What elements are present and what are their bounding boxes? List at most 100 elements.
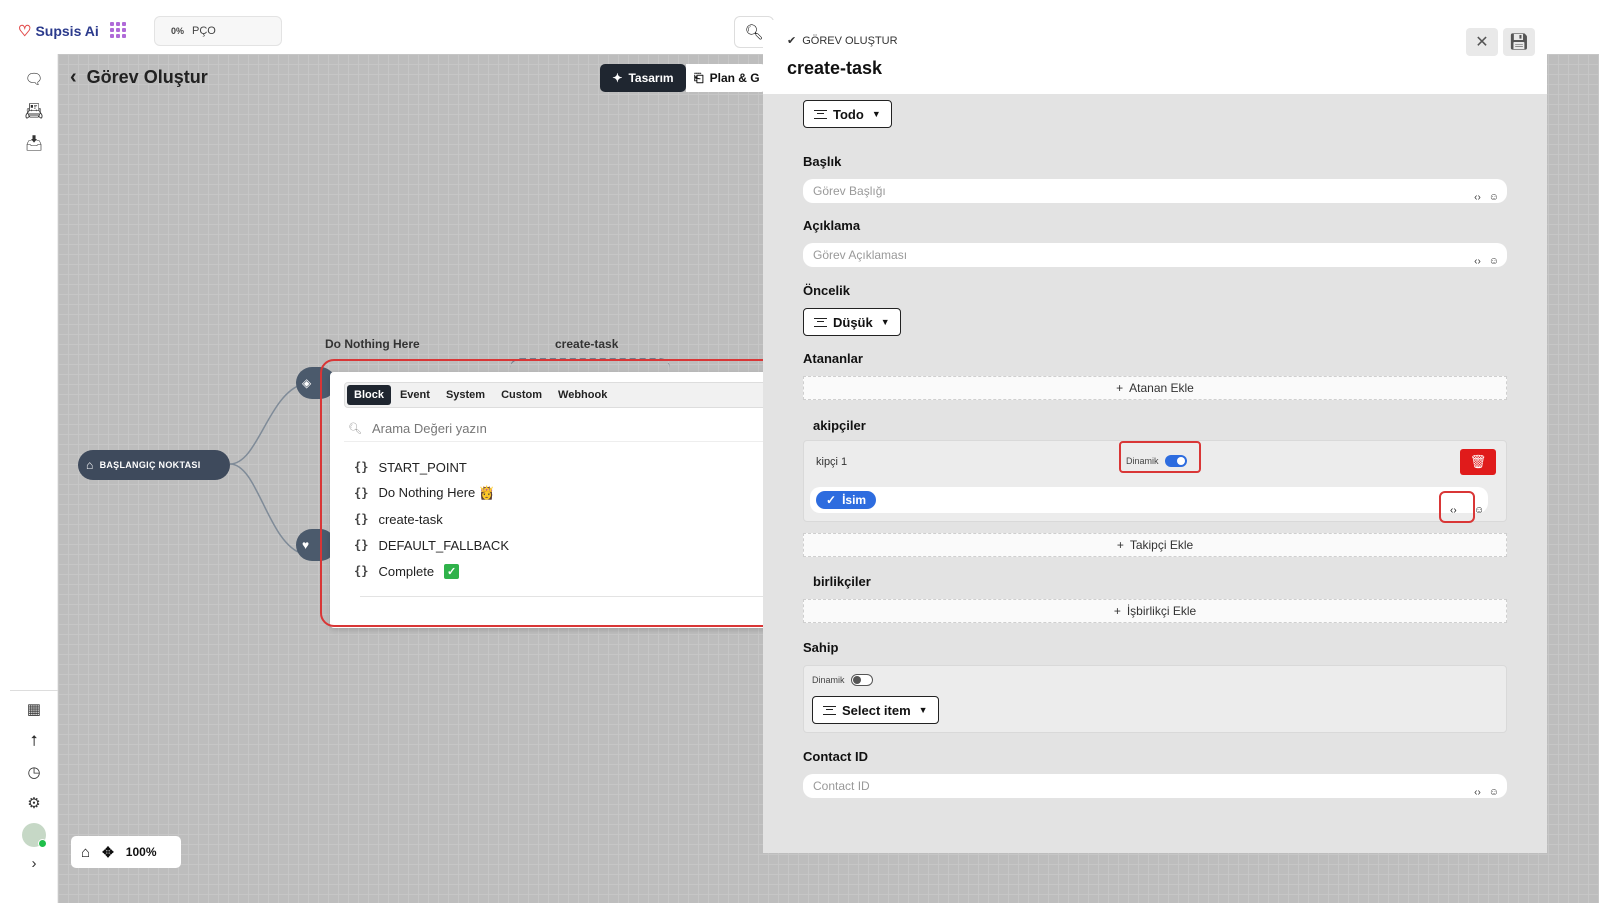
follower-dynamic-toggle[interactable]: Dinamik: [1126, 455, 1187, 467]
app-logo[interactable]: ♡ Supsis Ai: [18, 22, 99, 40]
contact-id-placeholder: Contact ID: [813, 779, 870, 793]
filter-icon: [823, 705, 836, 715]
filter-icon: [814, 109, 827, 119]
list-item-label: Complete: [378, 563, 435, 579]
tab-design[interactable]: ✦ Tasarım: [600, 64, 686, 92]
create-task-node[interactable]: [510, 358, 670, 368]
broken-heart-icon: ♥: [302, 538, 310, 552]
close-icon[interactable]: ✕: [1466, 28, 1498, 56]
description-placeholder: Görev Açıklaması: [813, 248, 908, 262]
zoom-controls: ⌂ ✥ 100%: [71, 836, 181, 868]
node-label-create-task: create-task: [555, 337, 619, 351]
search-icon: 🔍︎: [348, 423, 362, 435]
list-item-label: Do Nothing Here 👸: [378, 485, 496, 500]
expand-chevron-icon[interactable]: ›: [23, 852, 45, 874]
code-icon[interactable]: ‹›: [1474, 256, 1481, 267]
list-item[interactable]: {} START_POINT: [354, 454, 509, 480]
variable-tag[interactable]: ✓ İsim: [816, 491, 877, 509]
priority-dropdown[interactable]: Düşük ▼: [803, 308, 901, 336]
title-input[interactable]: Görev Başlığı ‹› ☺: [803, 179, 1507, 203]
add-assignee-button[interactable]: + Atanan Ekle: [803, 376, 1507, 400]
toggle-switch[interactable]: [1164, 455, 1187, 467]
zoom-level[interactable]: 100%: [126, 845, 157, 859]
dashboard-icon[interactable]: ▦: [23, 698, 45, 720]
list-item-label: create-task: [378, 511, 443, 527]
magic-wand-icon: ✦: [612, 71, 623, 85]
home-icon[interactable]: ⌂: [81, 844, 90, 861]
status-dropdown[interactable]: Todo ▼: [803, 100, 892, 128]
chat-icon[interactable]: 🗨︎: [23, 68, 45, 90]
popup-search-input[interactable]: 🔍︎ Arama Değeri yazın: [344, 416, 814, 442]
back-chevron-icon[interactable]: ‹: [70, 66, 77, 89]
title-label: Başlık: [803, 154, 842, 169]
list-item[interactable]: {} DEFAULT_FALLBACK: [354, 532, 509, 558]
description-label: Açıklama: [803, 218, 861, 233]
check-mark-icon: ✓: [444, 563, 460, 579]
owner-select-label: Select item: [842, 702, 911, 718]
description-input[interactable]: Görev Açıklaması ‹› ☺: [803, 243, 1507, 267]
task-check-icon: ✔︎: [787, 35, 797, 47]
add-collaborator-button[interactable]: + İşbirlikçi Ekle: [803, 599, 1507, 623]
popup-list: {} START_POINT {} Do Nothing Here 👸 {} c…: [354, 454, 509, 584]
list-item-label: DEFAULT_FALLBACK: [378, 537, 509, 553]
popup-tabs: Block Event System Custom Webhook: [344, 382, 814, 408]
code-icon[interactable]: ‹›: [1474, 192, 1481, 203]
save-icon[interactable]: 💾︎: [1503, 28, 1535, 56]
gear-icon[interactable]: ⚙: [23, 792, 45, 814]
task-panel: ✔︎ GÖREV OLUŞTUR create-task ✕ 💾︎ Todo ▼…: [763, 20, 1547, 853]
code-icon[interactable]: ‹›: [1450, 505, 1457, 516]
assignees-label: Atananlar: [803, 351, 863, 366]
emoji-icon[interactable]: ☺: [1489, 192, 1499, 203]
add-follower-label: Takipçi Ekle: [1129, 538, 1194, 552]
list-item[interactable]: {} Complete ✓: [354, 558, 509, 584]
popup-tab-system[interactable]: System: [439, 385, 492, 405]
app-window: ♡ Supsis Ai 0% PÇO 🔍︎ 🗨︎ 📇︎ 📥︎ ▦ ⭡ ◷ ⚙ ›…: [10, 10, 1599, 903]
check-icon: ✓: [826, 493, 837, 507]
follower-1-label: kipçi 1: [816, 456, 848, 468]
contact-card-icon[interactable]: 📇︎: [23, 100, 45, 122]
emoji-icon[interactable]: ☺: [1474, 505, 1484, 516]
code-icon[interactable]: ‹›: [1474, 787, 1481, 798]
clock-icon[interactable]: ◷: [23, 761, 45, 783]
priority-label: Öncelik: [803, 283, 850, 298]
avatar[interactable]: [22, 823, 47, 848]
caret-down-icon: ▼: [880, 317, 890, 327]
panel-kicker-label: GÖREV OLUŞTUR: [802, 34, 898, 47]
organization-selector[interactable]: 0% PÇO: [154, 16, 282, 46]
share-icon[interactable]: ⭡: [23, 730, 45, 752]
popup-search-placeholder: Arama Değeri yazın: [371, 421, 487, 436]
delete-follower-button[interactable]: 🗑︎: [1460, 449, 1496, 475]
plan-icon: ⎗: [694, 70, 704, 85]
page-title: Görev Oluştur: [86, 67, 208, 87]
contact-id-input[interactable]: Contact ID ‹› ☺: [803, 774, 1507, 798]
plus-icon: +: [1116, 538, 1124, 552]
popup-tab-custom[interactable]: Custom: [494, 385, 549, 405]
tab-design-label: Tasarım: [628, 71, 674, 85]
owner-select-dropdown[interactable]: Select item ▼: [812, 696, 939, 724]
add-follower-button[interactable]: + Takipçi Ekle: [803, 533, 1507, 557]
list-item[interactable]: {} Do Nothing Here 👸: [354, 480, 509, 506]
tab-plan-label: Plan & G: [709, 71, 760, 85]
plus-icon: +: [1113, 604, 1121, 618]
inbox-icon[interactable]: 📥︎: [23, 132, 45, 154]
title-placeholder: Görev Başlığı: [813, 184, 886, 198]
apps-grid-icon[interactable]: [110, 22, 126, 38]
popup-tab-webhook[interactable]: Webhook: [551, 385, 614, 405]
popup-tab-block[interactable]: Block: [347, 385, 391, 405]
variable-tag-label: İsim: [842, 493, 867, 507]
move-icon[interactable]: ✥: [102, 844, 114, 861]
list-item[interactable]: {} create-task: [354, 506, 509, 532]
priority-value: Düşük: [833, 314, 873, 330]
tab-plan[interactable]: ⎗ Plan & G: [686, 64, 766, 92]
owner-dynamic-toggle[interactable]: Dinamik: [812, 674, 873, 686]
panel-header: ✔︎ GÖREV OLUŞTUR create-task ✕ 💾︎: [763, 20, 1547, 94]
follower-value-input[interactable]: ✓ İsim: [810, 487, 1488, 513]
org-code: PÇO: [192, 25, 216, 37]
start-node-label: BAŞLANGIÇ NOKTASI: [99, 460, 201, 470]
braces-icon: {}: [354, 538, 369, 552]
start-node[interactable]: ⌂ BAŞLANGIÇ NOKTASI: [78, 450, 230, 480]
popup-tab-event[interactable]: Event: [393, 385, 437, 405]
emoji-icon[interactable]: ☺: [1489, 787, 1499, 798]
emoji-icon[interactable]: ☺: [1489, 256, 1499, 267]
toggle-switch[interactable]: [850, 674, 873, 686]
